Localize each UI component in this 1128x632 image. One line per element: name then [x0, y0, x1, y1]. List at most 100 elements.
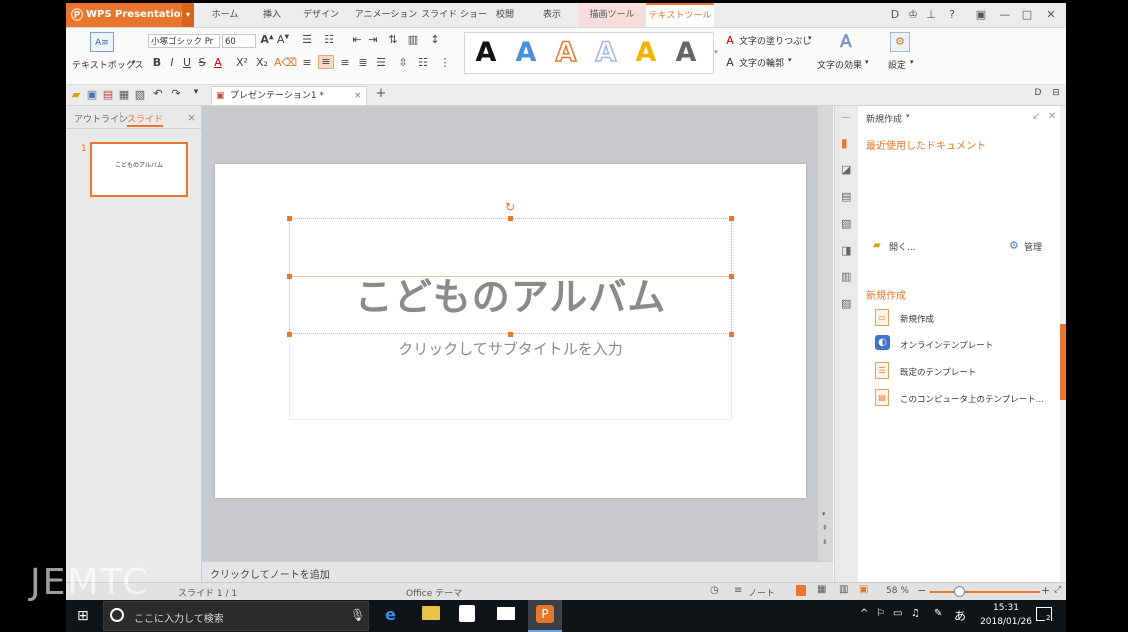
shrink-font-icon[interactable]: A▼ [276, 33, 290, 46]
volume-icon[interactable]: ♫ [911, 608, 920, 619]
undo-icon[interactable]: ↶ [152, 87, 164, 100]
online-template-item[interactable]: オンラインテンプレート [900, 339, 993, 351]
vertical-align-icon[interactable]: ⇳ [396, 56, 410, 69]
font-size-select[interactable]: 60 [222, 34, 256, 48]
online-template-icon[interactable]: ◐ [875, 335, 890, 350]
resize-handle[interactable] [287, 332, 292, 337]
notes-icon[interactable]: ≡ [734, 585, 742, 596]
text-outline-icon[interactable]: A [724, 56, 736, 69]
text-style-black[interactable]: A [468, 35, 504, 71]
new-document-item[interactable]: 新規作成 [900, 313, 934, 325]
font-color-button[interactable]: A [212, 56, 224, 69]
default-template-item[interactable]: 既定のテンプレート [900, 366, 976, 378]
font-name-select[interactable]: 小塚ゴシック Pr [148, 34, 220, 48]
search-placeholder[interactable]: ここに入力して検索 [134, 610, 224, 625]
columns-icon[interactable]: ▥ [406, 33, 420, 46]
chevron-down-icon[interactable]: ▾ [910, 58, 914, 66]
rotate-handle-icon[interactable]: ↻ [504, 201, 516, 213]
subtitle-placeholder[interactable]: クリックしてサブタイトルを入力 [289, 339, 732, 359]
slideshow-icon[interactable]: ▣ [859, 584, 868, 595]
new-document-icon[interactable]: ▭ [875, 309, 889, 326]
increase-indent-icon[interactable]: ⇥ [366, 33, 380, 46]
pin-icon[interactable]: ⊥ [922, 3, 940, 27]
clock-icon[interactable]: ◷ [710, 585, 719, 596]
text-style-gold[interactable]: A [628, 35, 664, 71]
superscript-button[interactable]: X² [234, 56, 250, 69]
chevron-down-icon[interactable]: ▾ [808, 34, 812, 42]
bold-button[interactable]: B [152, 56, 162, 69]
slide-sorter-icon[interactable]: ▦ [817, 584, 826, 595]
more-paragraph-icon[interactable]: ⋮ [438, 56, 452, 69]
italic-button[interactable]: I [167, 56, 177, 69]
slide-thumbnail[interactable]: こどものアルバム [90, 142, 188, 197]
decrease-indent-icon[interactable]: ⇤ [350, 33, 364, 46]
underline-button[interactable]: U [182, 56, 192, 69]
maximize-button[interactable]: □ [1018, 3, 1036, 27]
gallery-scroll-icon[interactable]: ▾ [712, 32, 720, 72]
ribbon-toggle-icon[interactable]: ⊟ [1050, 88, 1062, 98]
align-right-icon[interactable]: ≡ [338, 56, 352, 69]
text-fill-icon[interactable]: A [724, 34, 736, 47]
grow-font-icon[interactable]: A▲ [260, 33, 274, 46]
clipboard-icon[interactable]: ▥ [841, 270, 851, 283]
microphone-icon[interactable]: 🎙 [350, 608, 365, 622]
chevron-down-icon[interactable]: ▾ [132, 58, 136, 66]
distribute-icon[interactable]: ☰ [374, 56, 388, 69]
text-outline-label[interactable]: 文字の輪郭 [739, 56, 784, 69]
customize-toolbar-icon[interactable]: ▾ [190, 87, 202, 97]
clock-time[interactable]: 15:31 [986, 603, 1026, 613]
taskbar-search[interactable]: ここに入力して検索 🎙 [103, 601, 369, 631]
local-template-item[interactable]: このコンピュータ上のテンプレート... [900, 393, 1044, 405]
text-style-blue-outline[interactable]: A [588, 35, 624, 71]
new-tab-icon[interactable]: + [374, 86, 388, 101]
tab-slides[interactable]: スライド [127, 112, 164, 127]
save-icon[interactable]: ▣ [86, 88, 98, 101]
close-icon[interactable]: × [187, 111, 196, 124]
theme-name[interactable]: Office テーマ [406, 586, 462, 599]
numbering-icon[interactable]: ☷ [322, 33, 336, 46]
minimize-button[interactable]: — [996, 3, 1014, 27]
notification-center-icon[interactable]: 2 [1036, 607, 1052, 622]
notes-pane[interactable]: クリックしてノートを追加 [202, 561, 833, 582]
vertical-scrollbar[interactable]: ▾ ⇞ ⇟ [818, 106, 833, 561]
tab-review[interactable]: 校閲 [486, 3, 524, 27]
new-document-icon[interactable]: ▮ [841, 136, 848, 150]
resize-handle[interactable] [508, 216, 513, 221]
wps-app-button[interactable]: Ⓟ WPS Presentation ▾ [66, 3, 194, 27]
align-left-icon[interactable]: ≡ [300, 56, 314, 69]
text-style-gray[interactable]: A [668, 35, 704, 71]
justify-icon[interactable]: ≣ [356, 56, 370, 69]
store-icon[interactable] [459, 605, 475, 622]
redo-icon[interactable]: ↷ [170, 87, 182, 100]
text-effect-label[interactable]: 文字の効果 [817, 58, 862, 71]
pen-icon[interactable]: ✎ [934, 608, 942, 619]
edge-browser-icon[interactable]: e [385, 605, 396, 624]
task-pane-header[interactable]: 新規作成 [866, 112, 902, 125]
doc-skin-icon[interactable]: D [1032, 88, 1044, 98]
backup-icon[interactable]: ▨ [841, 297, 851, 310]
text-style-blue[interactable]: A [508, 35, 544, 71]
default-template-icon[interactable]: ☰ [875, 362, 889, 379]
zoom-slider-thumb[interactable] [954, 586, 965, 597]
chevron-down-icon[interactable]: ▾ [788, 56, 792, 64]
menu-icon[interactable]: — [841, 112, 851, 123]
open-folder-icon[interactable]: ▰ [873, 240, 881, 251]
notes-toggle-label[interactable]: ノート [748, 586, 775, 599]
resize-handle[interactable] [287, 216, 292, 221]
tab-design[interactable]: デザイン [296, 3, 346, 27]
scroll-down-icon[interactable]: ▾ [822, 510, 826, 518]
manage-link[interactable]: 管理 [1024, 240, 1042, 253]
selection-pane-icon[interactable]: ▧ [841, 217, 851, 230]
previous-slide-icon[interactable]: ⇞ [822, 524, 828, 532]
align-center-icon[interactable]: ≡ [318, 55, 334, 69]
strikethrough-button[interactable]: S [197, 56, 207, 69]
battery-icon[interactable]: ▭ [893, 608, 902, 619]
tab-drawing-tools[interactable]: 描画ツール [578, 3, 646, 27]
layout-icon[interactable]: ▤ [841, 190, 851, 203]
text-style-orange-outline[interactable]: A [548, 35, 584, 71]
next-slide-icon[interactable]: ⇟ [822, 538, 828, 546]
tab-text-tools[interactable]: テキストツール [646, 3, 714, 27]
text-direction-icon[interactable]: ⇅ [386, 33, 400, 46]
settings-icon[interactable]: ⚙ [890, 32, 910, 52]
close-button[interactable]: ✕ [1042, 3, 1060, 27]
